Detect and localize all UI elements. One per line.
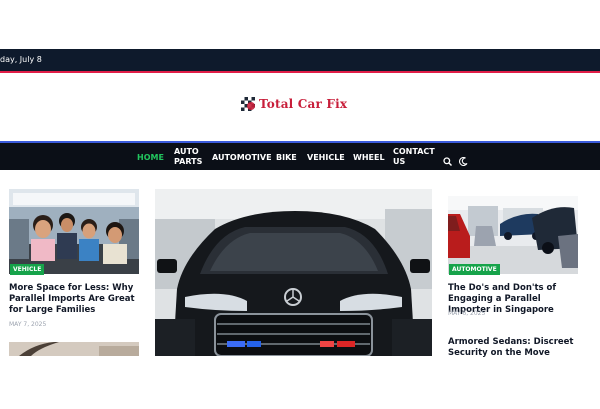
category-badge[interactable]: VEHICLE [10, 264, 45, 275]
site-logo[interactable]: Total Car Fix [241, 97, 347, 111]
left-card-title[interactable]: More Space for Less: Why Parallel Import… [9, 283, 139, 316]
right-card-date: MAY 6, 2025 [448, 310, 486, 317]
current-date: day, July 8 [0, 55, 42, 64]
search-icon[interactable] [443, 153, 452, 166]
nav-wheel[interactable]: WHEEL [353, 153, 385, 163]
nav-contact-us[interactable]: CONTACT US [393, 147, 435, 167]
nav-automotive[interactable]: AUTOMOTIVE [212, 153, 272, 163]
nav-vehicle[interactable]: VEHICLE [307, 153, 345, 163]
moon-icon[interactable] [459, 153, 468, 167]
nav-home[interactable]: HOME [137, 153, 164, 163]
left-card-date: MAY 7, 2025 [9, 321, 47, 328]
nav-bike[interactable]: BIKE [276, 153, 297, 163]
featured-post-image[interactable] [155, 189, 432, 356]
top-bar: day, July 8 [0, 49, 600, 73]
site-name: Total Car Fix [259, 97, 348, 111]
left-card-image[interactable] [9, 189, 139, 274]
right-card-2-title[interactable]: Armored Sedans: Discreet Security on the… [448, 337, 582, 357]
nav-auto-parts[interactable]: AUTO PARTS [174, 147, 204, 167]
right-card-image[interactable] [448, 196, 578, 274]
main-navigation: HOME AUTO PARTS AUTOMOTIVE BIKE VEHICLE … [0, 141, 600, 170]
left-card-2-image[interactable] [9, 342, 139, 356]
category-badge[interactable]: AUTOMOTIVE [449, 264, 500, 275]
checkered-flag-icon [241, 97, 255, 111]
